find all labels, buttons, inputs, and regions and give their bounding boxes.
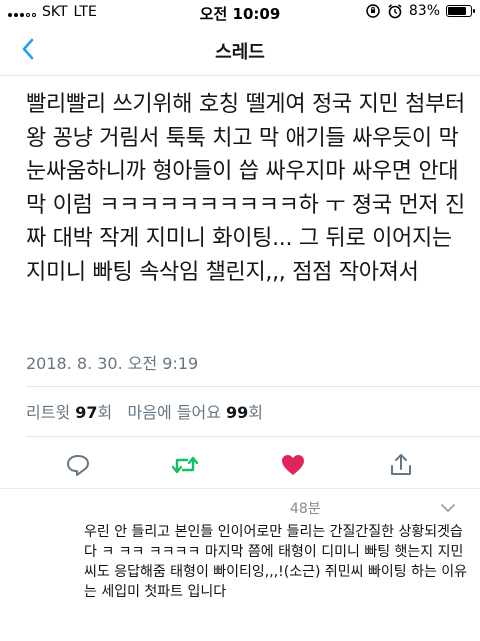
status-right: 83% bbox=[365, 3, 475, 19]
share-icon bbox=[391, 454, 411, 475]
like-count[interactable]: 99 bbox=[226, 403, 248, 422]
retweet-count[interactable]: 97 bbox=[75, 403, 97, 422]
chevron-down-icon[interactable] bbox=[440, 503, 456, 513]
status-bar: SKT LTE 오전 10:09 83% bbox=[0, 0, 480, 24]
navigation-bar: 스레드 bbox=[0, 24, 480, 76]
tweet-text: 빨리빨리 쓰기위해 호칭 뗄게여 정국 지민 첨부터 왕 꽁냥 거림서 툭툭 치… bbox=[26, 92, 465, 285]
reply-icon bbox=[67, 455, 89, 476]
tweet-timestamp: 2018. 8. 30. 오전 9:19 bbox=[26, 354, 199, 373]
divider bbox=[26, 386, 480, 387]
like-label[interactable]: 마음에 들어요 bbox=[128, 403, 221, 422]
reply-text: 우린 안 들리고 본인들 인이어로만 들리는 간질간질한 상황되겟습다 ㅋ ㅋㅋ… bbox=[84, 524, 468, 600]
battery-icon bbox=[446, 5, 475, 17]
battery-percent: 83% bbox=[408, 3, 440, 19]
tweet-actions bbox=[0, 446, 480, 486]
retweet-unit: 회 bbox=[97, 403, 113, 422]
retweet-label[interactable]: 리트윗 bbox=[26, 403, 70, 422]
retweet-button[interactable] bbox=[170, 450, 200, 480]
divider bbox=[0, 488, 480, 489]
page-title: 스레드 bbox=[215, 42, 265, 63]
alarm-icon bbox=[388, 4, 402, 19]
retweet-icon bbox=[171, 456, 199, 474]
tweet-stats: 리트윗 97회 마음에 들어요 99회 bbox=[26, 399, 263, 423]
divider bbox=[26, 436, 480, 437]
reply-button[interactable] bbox=[63, 450, 93, 480]
reply-time: 48분 bbox=[290, 501, 321, 517]
like-unit: 회 bbox=[248, 403, 264, 422]
heart-icon bbox=[282, 455, 304, 475]
like-button[interactable] bbox=[278, 450, 308, 480]
share-button[interactable] bbox=[386, 450, 416, 480]
rotation-lock-icon bbox=[366, 4, 380, 18]
